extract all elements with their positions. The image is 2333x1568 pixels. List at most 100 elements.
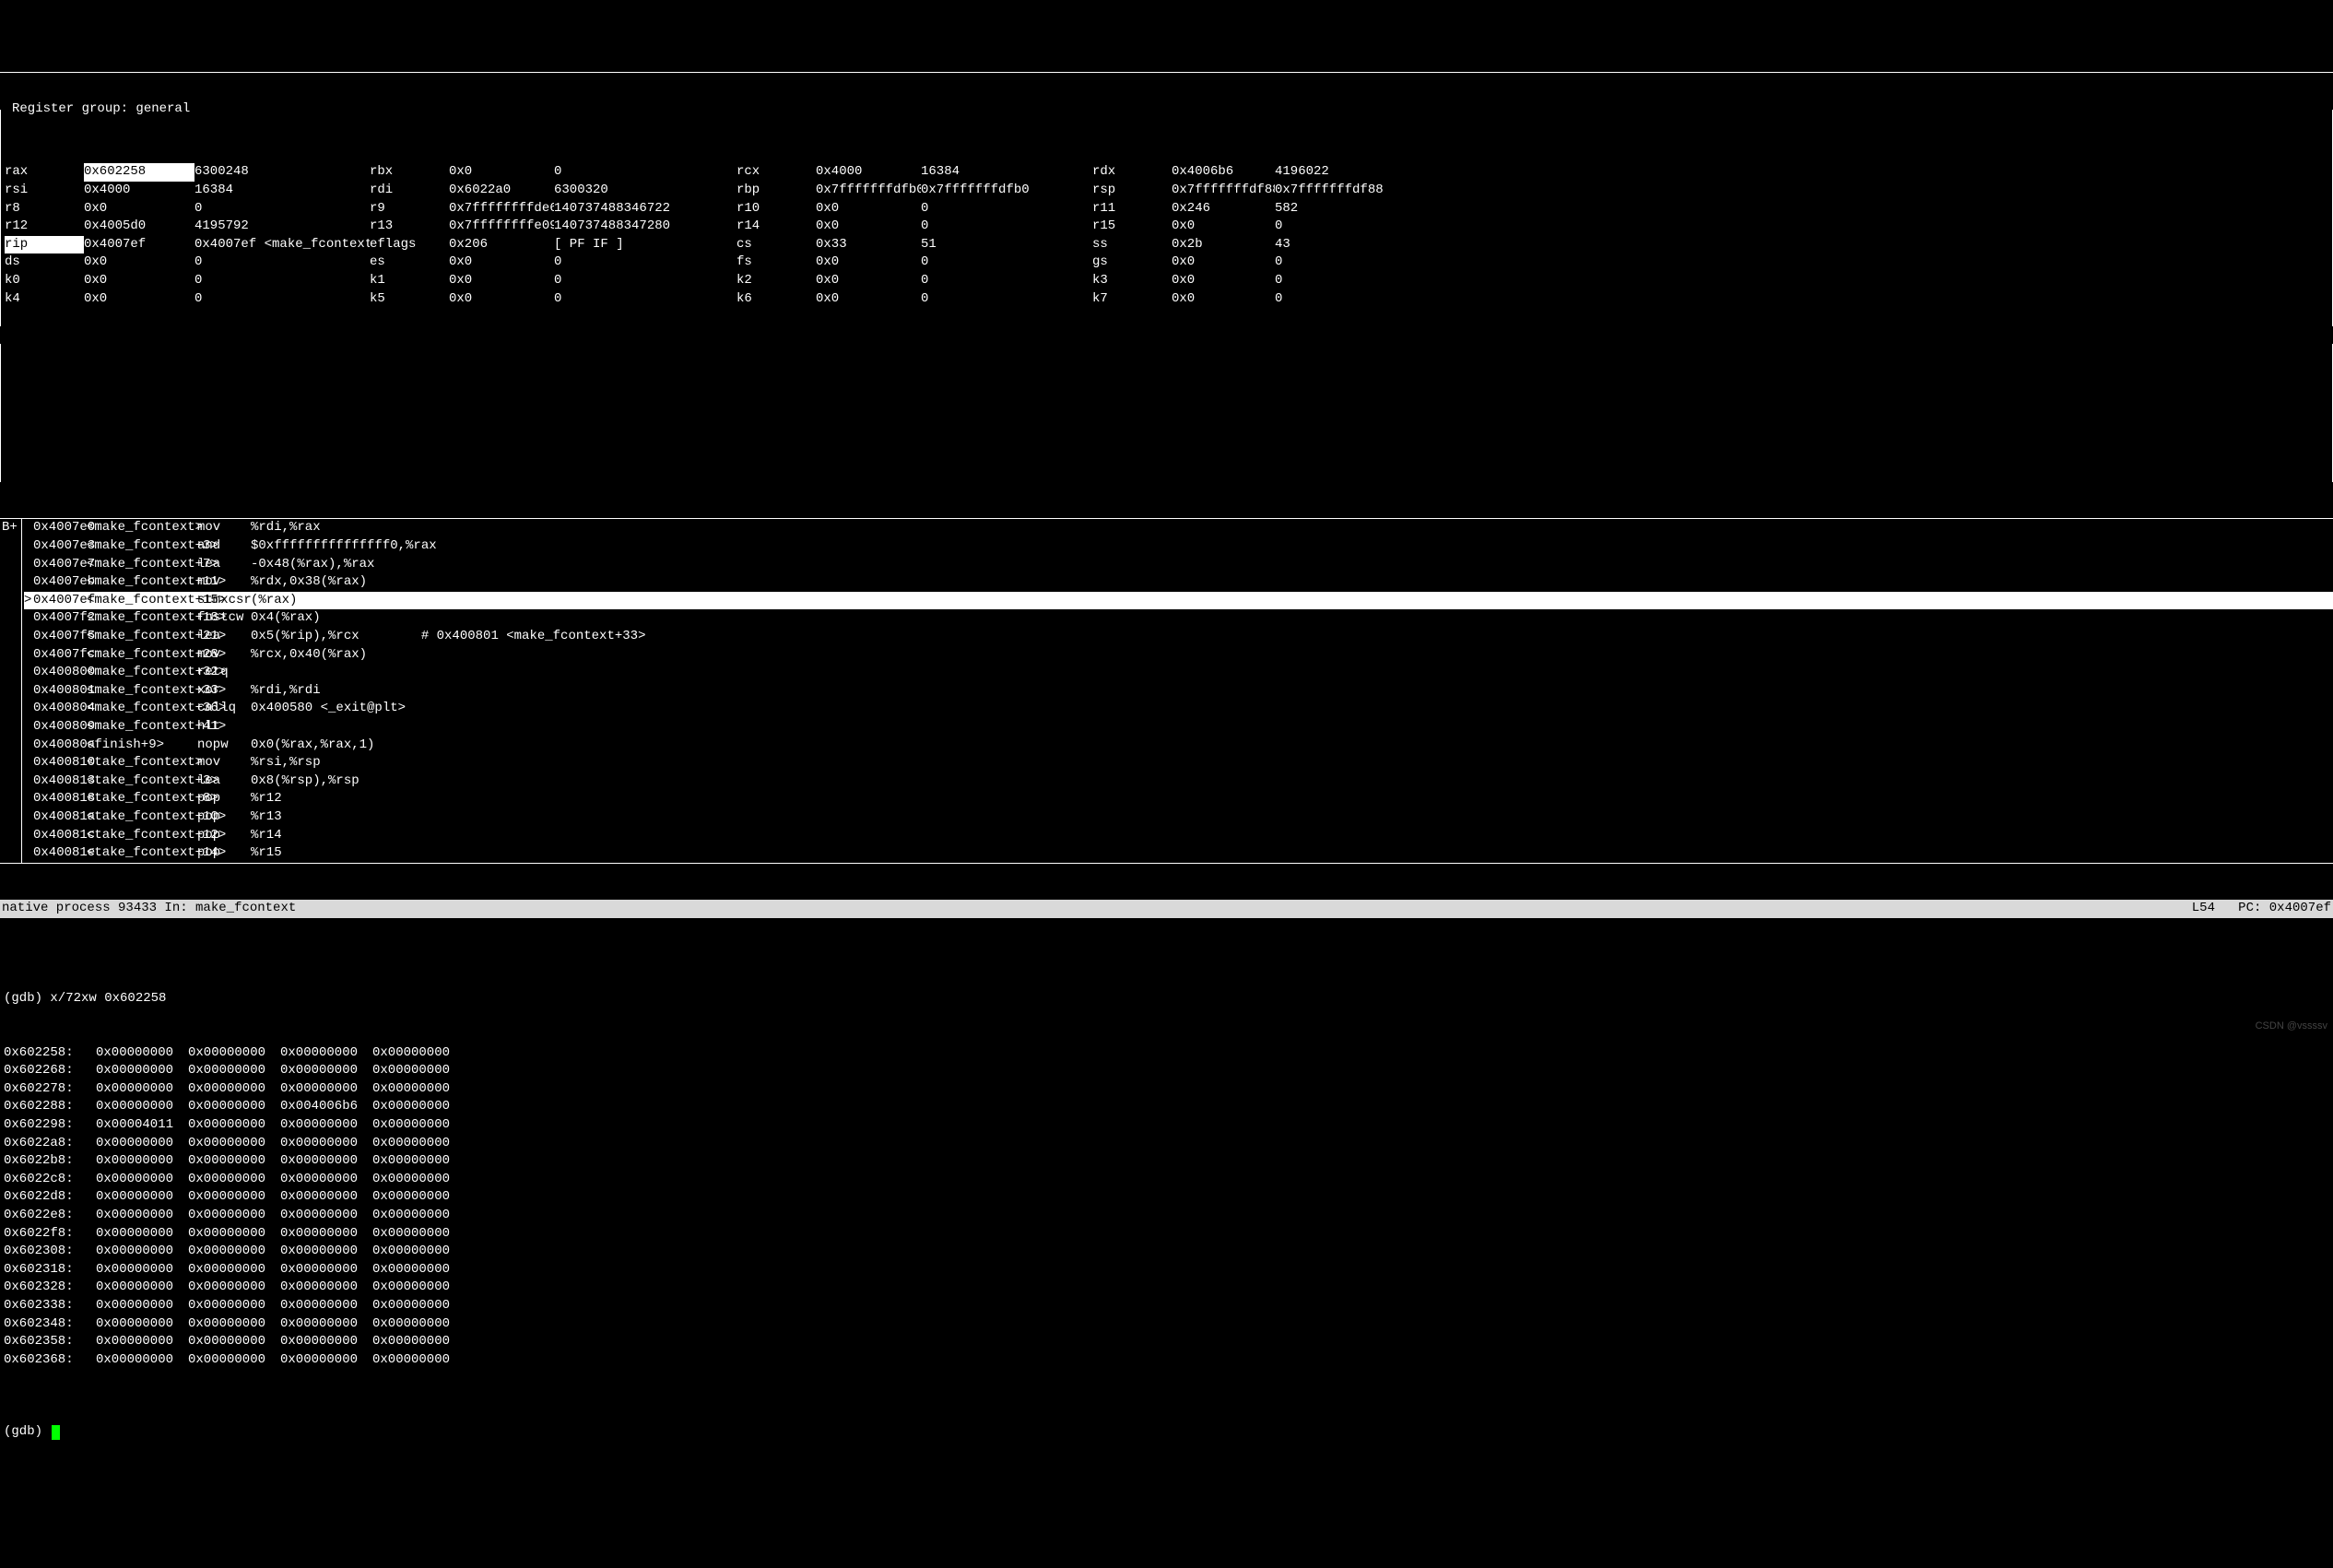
asm-row[interactable]: 0x4007e3<make_fcontext+3>and$0xfffffffff… bbox=[24, 537, 2333, 556]
reg-cell: 140737488347280 bbox=[554, 218, 736, 236]
asm-sym: <take_fcontext+8> bbox=[87, 790, 197, 808]
reg-cell: r14 bbox=[736, 218, 816, 236]
asm-op: mov bbox=[197, 646, 251, 665]
reg-cell: 0x0 bbox=[816, 253, 921, 272]
reg-cell: r11 bbox=[1092, 200, 1172, 218]
asm-lines[interactable]: 0x4007e0<make_fcontext>mov%rdi,%rax0x400… bbox=[22, 519, 2333, 862]
disassembly-panel: B+ 0x4007e0<make_fcontext>mov%rdi,%rax0x… bbox=[0, 518, 2333, 863]
asm-row[interactable]: 0x400800<make_fcontext+32>retq bbox=[24, 664, 2333, 682]
reg-cell: k4 bbox=[5, 290, 84, 309]
asm-sym: <make_fcontext+33> bbox=[87, 682, 197, 701]
asm-op: pop bbox=[197, 790, 251, 808]
reg-cell: k7 bbox=[1092, 290, 1172, 309]
reg-cell: [ PF IF ] bbox=[554, 236, 736, 254]
asm-row[interactable]: 0x40081a<take_fcontext+10>pop%r13 bbox=[24, 808, 2333, 827]
mem-val: 0x00000000 bbox=[96, 1044, 188, 1063]
mem-addr: 0x602328: bbox=[4, 1279, 96, 1297]
mem-val: 0x00000000 bbox=[188, 1116, 280, 1135]
mem-val: 0x00000000 bbox=[188, 1062, 280, 1080]
asm-row[interactable]: 0x4007f5<make_fcontext+21>lea0x5(%rip),%… bbox=[24, 628, 2333, 646]
asm-row[interactable]: 0x4007e7<make_fcontext+7>lea-0x48(%rax),… bbox=[24, 556, 2333, 574]
reg-cell: rsi bbox=[5, 182, 84, 200]
asm-addr: 0x4007e7 bbox=[33, 556, 87, 574]
mem-addr: 0x602288: bbox=[4, 1098, 96, 1116]
asm-row[interactable]: 0x400804<make_fcontext+36>callq0x400580 … bbox=[24, 700, 2333, 718]
asm-op: fnstcw bbox=[197, 609, 251, 628]
reg-cell: 0x0 bbox=[449, 272, 554, 290]
reg-cell: r9 bbox=[370, 200, 449, 218]
asm-sym: <make_fcontext+28> bbox=[87, 646, 197, 665]
reg-cell: 0x2b bbox=[1172, 236, 1275, 254]
mem-addr: 0x602358: bbox=[4, 1333, 96, 1351]
asm-op: lea bbox=[197, 628, 251, 646]
reg-cell: 0x0 bbox=[84, 272, 194, 290]
mem-val: 0x00000000 bbox=[96, 1098, 188, 1116]
asm-row[interactable]: 0x4007eb<make_fcontext+11>mov%rdx,0x38(%… bbox=[24, 573, 2333, 592]
asm-mark bbox=[24, 537, 33, 556]
mem-row: 0x602318:0x000000000x000000000x000000000… bbox=[4, 1261, 2329, 1279]
mem-val: 0x00000000 bbox=[96, 1315, 188, 1334]
reg-cell: 51 bbox=[921, 236, 1092, 254]
gdb-prompt[interactable]: (gdb) bbox=[0, 1423, 2333, 1442]
asm-addr: 0x400801 bbox=[33, 682, 87, 701]
asm-mark bbox=[24, 628, 33, 646]
reg-cell: 0 bbox=[194, 253, 370, 272]
reg-cell: 0 bbox=[1275, 253, 1385, 272]
asm-row[interactable]: 0x40081e<take_fcontext+14>pop%r15 bbox=[24, 844, 2333, 863]
asm-row[interactable]: 0x400818<take_fcontext+8>pop%r12 bbox=[24, 790, 2333, 808]
asm-row[interactable]: 0x40080a<finish+9>nopw0x0(%rax,%rax,1) bbox=[24, 737, 2333, 755]
reg-cell: 0x0 bbox=[449, 253, 554, 272]
mem-val: 0x00000000 bbox=[280, 1207, 372, 1225]
reg-cell: 0 bbox=[554, 272, 736, 290]
asm-op: pop bbox=[197, 827, 251, 845]
asm-row[interactable]: 0x400801<make_fcontext+33>xor%rdi,%rdi bbox=[24, 682, 2333, 701]
reg-cell: 0 bbox=[921, 218, 1092, 236]
asm-addr: 0x400818 bbox=[33, 790, 87, 808]
asm-args: -0x48(%rax),%rax bbox=[251, 556, 527, 574]
asm-op: hlt bbox=[197, 718, 251, 737]
asm-row[interactable]: 0x4007f2<make_fcontext+18>fnstcw0x4(%rax… bbox=[24, 609, 2333, 628]
reg-cell: 0 bbox=[1275, 272, 1385, 290]
mem-val: 0x00000000 bbox=[372, 1080, 465, 1099]
mem-val: 0x00000000 bbox=[372, 1225, 465, 1244]
asm-row[interactable]: >0x4007ef<make_fcontext+15>stmxcsr(%rax) bbox=[24, 592, 2333, 610]
reg-cell: 0x0 bbox=[1172, 253, 1275, 272]
reg-cell: ds bbox=[5, 253, 84, 272]
asm-row[interactable]: 0x40081c<take_fcontext+12>pop%r14 bbox=[24, 827, 2333, 845]
mem-val: 0x00000000 bbox=[188, 1135, 280, 1153]
asm-mark bbox=[24, 844, 33, 863]
mem-val: 0x00000000 bbox=[96, 1243, 188, 1261]
reg-cell: 0 bbox=[1275, 290, 1385, 309]
mem-row: 0x6022a8:0x000000000x000000000x000000000… bbox=[4, 1135, 2329, 1153]
asm-args: %rcx,0x40(%rax) bbox=[251, 646, 527, 665]
asm-sym: <make_fcontext+21> bbox=[87, 628, 197, 646]
mem-row: 0x6022d8:0x000000000x000000000x000000000… bbox=[4, 1188, 2329, 1207]
reg-cell: rcx bbox=[736, 163, 816, 182]
asm-row[interactable]: 0x4007e0<make_fcontext>mov%rdi,%rax bbox=[24, 519, 2333, 537]
mem-val: 0x00000000 bbox=[188, 1171, 280, 1189]
asm-sym: <take_fcontext+10> bbox=[87, 808, 197, 827]
mem-row: 0x602328:0x000000000x000000000x000000000… bbox=[4, 1279, 2329, 1297]
mem-addr: 0x602278: bbox=[4, 1080, 96, 1099]
asm-row[interactable]: 0x4007fc<make_fcontext+28>mov%rcx,0x40(%… bbox=[24, 646, 2333, 665]
mem-val: 0x00000000 bbox=[96, 1062, 188, 1080]
mem-val: 0x00000000 bbox=[372, 1135, 465, 1153]
mem-val: 0x00000000 bbox=[280, 1062, 372, 1080]
mem-val: 0x00004011 bbox=[96, 1116, 188, 1135]
asm-row[interactable]: 0x400809<make_fcontext+41>hlt bbox=[24, 718, 2333, 737]
mem-val: 0x00000000 bbox=[188, 1207, 280, 1225]
asm-sym: <make_fcontext+3> bbox=[87, 537, 197, 556]
asm-row[interactable]: 0x400810<take_fcontext>mov%rsi,%rsp bbox=[24, 754, 2333, 772]
asm-row[interactable]: 0x400813<take_fcontext+3>lea0x8(%rsp),%r… bbox=[24, 772, 2333, 791]
reg-cell: 0x6022a0 bbox=[449, 182, 554, 200]
reg-cell: rip bbox=[5, 236, 84, 254]
asm-addr: 0x4007f2 bbox=[33, 609, 87, 628]
reg-cell: k5 bbox=[370, 290, 449, 309]
asm-mark bbox=[24, 700, 33, 718]
reg-cell: 0x0 bbox=[84, 200, 194, 218]
asm-addr: 0x4007fc bbox=[33, 646, 87, 665]
mem-val: 0x00000000 bbox=[188, 1297, 280, 1315]
reg-cell: 0 bbox=[194, 272, 370, 290]
reg-cell: 43 bbox=[1275, 236, 1385, 254]
mem-val: 0x00000000 bbox=[372, 1243, 465, 1261]
